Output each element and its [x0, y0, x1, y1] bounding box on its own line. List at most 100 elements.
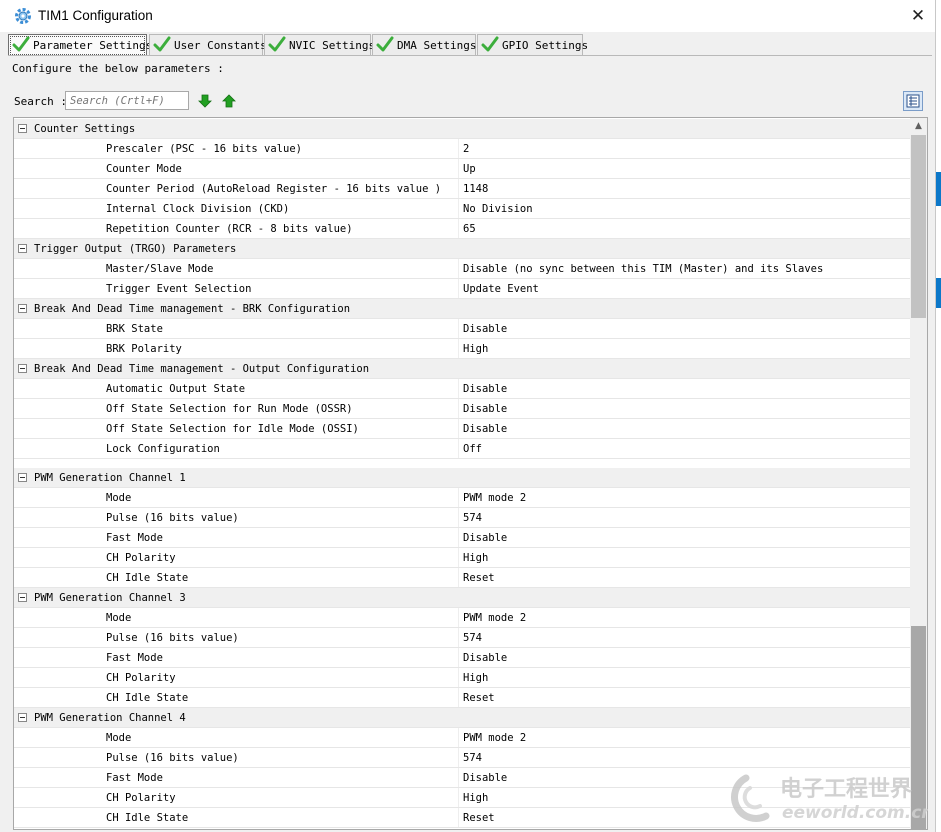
- group-row[interactable]: PWM Generation Channel 4: [14, 708, 910, 728]
- column-divider: [458, 179, 459, 198]
- tab-gpio-settings[interactable]: GPIO Settings: [477, 34, 588, 55]
- parameter-value[interactable]: Disable: [463, 403, 507, 415]
- parameter-row[interactable]: Mode PWM mode 2: [14, 608, 910, 628]
- group-row[interactable]: PWM Generation Channel 3: [14, 588, 910, 608]
- parameter-value[interactable]: 574: [463, 512, 482, 524]
- column-divider: [458, 728, 459, 747]
- column-divider: [458, 788, 459, 807]
- parameter-value[interactable]: Reset: [463, 692, 495, 704]
- parameter-row[interactable]: Pulse (16 bits value) 574: [14, 748, 910, 768]
- group-title: Counter Settings: [34, 123, 136, 135]
- parameter-row[interactable]: CH Polarity High: [14, 548, 910, 568]
- parameter-row[interactable]: Lock Configuration Off: [14, 439, 910, 459]
- parameter-row[interactable]: Repetition Counter (RCR - 8 bits value) 6…: [14, 219, 910, 239]
- title-bar: TIM1 Configuration ✕: [0, 0, 935, 32]
- parameter-value[interactable]: Disable: [463, 323, 507, 335]
- parameter-name: CH Polarity: [106, 672, 176, 684]
- column-divider: [458, 568, 459, 587]
- scroll-up-arrow-icon[interactable]: ▲: [910, 118, 927, 135]
- parameter-value[interactable]: 574: [463, 632, 482, 644]
- parameter-value[interactable]: High: [463, 552, 488, 564]
- parameter-value[interactable]: PWM mode 2: [463, 732, 526, 744]
- tab-dma-settings[interactable]: DMA Settings: [372, 34, 476, 55]
- collapse-toggle-icon[interactable]: [18, 244, 27, 253]
- arrow-down-icon[interactable]: [197, 93, 213, 109]
- parameter-name: Prescaler (PSC - 16 bits value): [106, 143, 302, 155]
- column-divider: [458, 439, 459, 458]
- parameter-row[interactable]: Internal Clock Division (CKD) No Division: [14, 199, 910, 219]
- parameter-value[interactable]: Reset: [463, 572, 495, 584]
- group-row[interactable]: PWM Generation Channel 1: [14, 468, 910, 488]
- parameter-row[interactable]: BRK State Disable: [14, 319, 910, 339]
- background-window-edge: [936, 172, 941, 206]
- parameter-row[interactable]: Pulse (16 bits value) 574: [14, 628, 910, 648]
- parameter-value[interactable]: Update Event: [463, 283, 539, 295]
- parameter-value[interactable]: High: [463, 792, 488, 804]
- vertical-scrollbar[interactable]: ▲: [910, 118, 927, 829]
- parameter-row[interactable]: Pulse (16 bits value) 574: [14, 508, 910, 528]
- parameter-row[interactable]: Mode PWM mode 2: [14, 488, 910, 508]
- parameter-value[interactable]: 2: [463, 143, 469, 155]
- tab-user-constants[interactable]: User Constants: [149, 34, 267, 55]
- parameter-value[interactable]: High: [463, 343, 488, 355]
- parameter-value[interactable]: Disable: [463, 423, 507, 435]
- parameter-row[interactable]: Off State Selection for Idle Mode (OSSI)…: [14, 419, 910, 439]
- parameter-value[interactable]: Disable: [463, 532, 507, 544]
- parameter-row[interactable]: BRK Polarity High: [14, 339, 910, 359]
- parameter-value[interactable]: Up: [463, 163, 476, 175]
- group-row[interactable]: Trigger Output (TRGO) Parameters: [14, 239, 910, 259]
- group-row[interactable]: Break And Dead Time management - BRK Con…: [14, 299, 910, 319]
- parameter-name: Repetition Counter (RCR - 8 bits value): [106, 223, 353, 235]
- parameter-row[interactable]: CH Idle State Reset: [14, 568, 910, 588]
- arrow-up-icon[interactable]: [221, 93, 237, 109]
- parameter-value[interactable]: PWM mode 2: [463, 612, 526, 624]
- group-row[interactable]: Counter Settings: [14, 119, 910, 139]
- parameter-row[interactable]: Fast Mode Disable: [14, 648, 910, 668]
- collapse-toggle-icon[interactable]: [18, 473, 27, 482]
- parameter-value[interactable]: 65: [463, 223, 476, 235]
- parameter-name: Pulse (16 bits value): [106, 512, 239, 524]
- list-view-button[interactable]: [903, 91, 923, 111]
- tab-parameter-settings[interactable]: Parameter Settings: [8, 34, 152, 56]
- parameter-value[interactable]: Disable: [463, 652, 507, 664]
- parameter-value[interactable]: 574: [463, 752, 482, 764]
- parameter-value[interactable]: No Division: [463, 203, 533, 215]
- parameter-name: Off State Selection for Idle Mode (OSSI): [106, 423, 359, 435]
- window-title: TIM1 Configuration: [38, 8, 153, 23]
- parameter-row[interactable]: CH Polarity High: [14, 668, 910, 688]
- collapse-toggle-icon[interactable]: [18, 304, 27, 313]
- parameter-name: Fast Mode: [106, 652, 163, 664]
- parameter-row[interactable]: CH Idle State Reset: [14, 688, 910, 708]
- parameter-value[interactable]: Reset: [463, 812, 495, 824]
- parameter-value[interactable]: Disable: [463, 383, 507, 395]
- parameter-row[interactable]: Automatic Output State Disable: [14, 379, 910, 399]
- collapse-toggle-icon[interactable]: [18, 713, 27, 722]
- parameter-row[interactable]: Prescaler (PSC - 16 bits value) 2: [14, 139, 910, 159]
- search-input[interactable]: [65, 91, 189, 110]
- search-label: Search :: [14, 95, 67, 108]
- collapse-toggle-icon[interactable]: [18, 364, 27, 373]
- parameter-name: BRK State: [106, 323, 163, 335]
- parameter-value[interactable]: Disable: [463, 772, 507, 784]
- parameter-value[interactable]: 1148: [463, 183, 488, 195]
- collapse-toggle-icon[interactable]: [18, 593, 27, 602]
- parameter-row[interactable]: Off State Selection for Run Mode (OSSR) D…: [14, 399, 910, 419]
- column-divider: [458, 648, 459, 667]
- parameter-row[interactable]: Master/Slave Mode Disable (no sync betwee…: [14, 259, 910, 279]
- collapse-toggle-icon[interactable]: [18, 124, 27, 133]
- parameter-row[interactable]: Mode PWM mode 2: [14, 728, 910, 748]
- parameter-row[interactable]: Counter Period (AutoReload Register - 16…: [14, 179, 910, 199]
- parameter-row[interactable]: Trigger Event Selection Update Event: [14, 279, 910, 299]
- parameter-value[interactable]: Disable (no sync between this TIM (Maste…: [463, 263, 823, 275]
- column-divider: [458, 279, 459, 298]
- tab-nvic-settings[interactable]: NVIC Settings: [264, 34, 375, 55]
- group-row[interactable]: Break And Dead Time management - Output …: [14, 359, 910, 379]
- parameter-value[interactable]: Off: [463, 443, 482, 455]
- close-button[interactable]: ✕: [905, 4, 931, 28]
- parameter-row[interactable]: Fast Mode Disable: [14, 528, 910, 548]
- scrollbar-thumb[interactable]: [911, 135, 926, 318]
- parameter-row[interactable]: Counter Mode Up: [14, 159, 910, 179]
- parameter-name: Lock Configuration: [106, 443, 220, 455]
- parameter-value[interactable]: High: [463, 672, 488, 684]
- parameter-value[interactable]: PWM mode 2: [463, 492, 526, 504]
